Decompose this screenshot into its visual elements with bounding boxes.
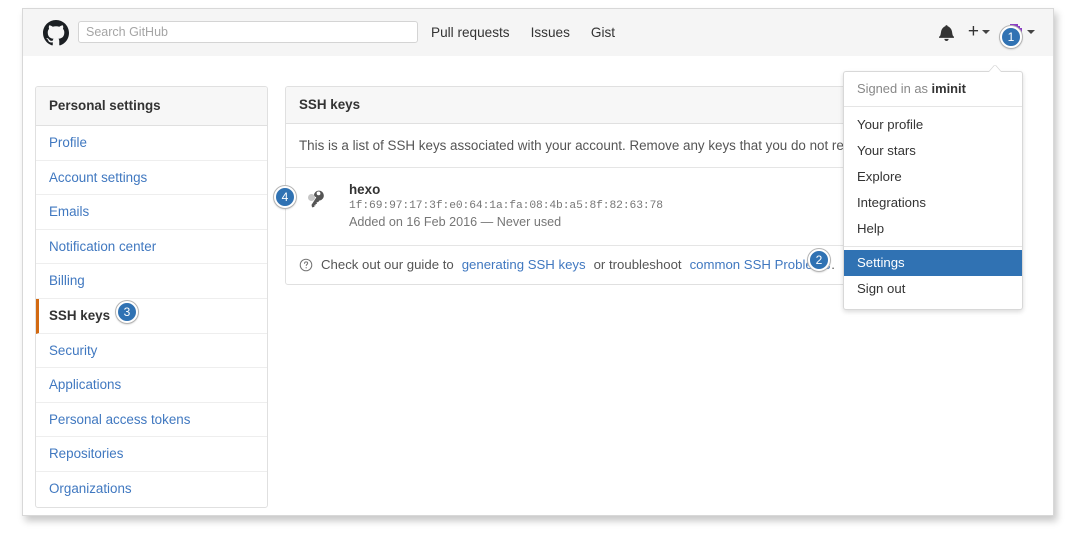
sidebar-item-notification-center[interactable]: Notification center	[36, 230, 267, 265]
annotation-badge-4: 4	[274, 186, 296, 208]
panel-description: This is a list of SSH keys associated wi…	[286, 124, 868, 168]
menu-item-your-stars[interactable]: Your stars	[844, 138, 1022, 164]
footer-text-after: .	[831, 257, 835, 272]
chevron-down-icon	[1027, 30, 1035, 34]
ssh-keys-panel: SSH keys This is a list of SSH keys asso…	[285, 86, 869, 285]
bell-icon[interactable]	[938, 24, 954, 41]
signed-in-username: iminit	[931, 81, 966, 96]
signed-in-prefix: Signed in as	[857, 81, 928, 96]
search-input[interactable]	[78, 21, 418, 43]
annotation-badge-1: 1	[1000, 26, 1022, 48]
menu-item-help[interactable]: Help	[844, 216, 1022, 242]
plus-icon: +	[967, 21, 979, 42]
ssh-key-details: hexo 1f:69:97:17:3f:e0:64:1a:fa:08:4b:a5…	[349, 182, 663, 229]
chevron-down-icon	[982, 30, 990, 34]
sidebar-item-emails[interactable]: Emails	[36, 195, 267, 230]
menu-item-settings[interactable]: Settings	[844, 250, 1022, 276]
sidebar-item-applications[interactable]: Applications	[36, 368, 267, 403]
github-mark-icon[interactable]	[43, 20, 69, 46]
sidebar-item-account-settings[interactable]: Account settings	[36, 161, 267, 196]
sidebar-title: Personal settings	[36, 87, 267, 126]
nav-link-gist[interactable]: Gist	[591, 25, 615, 40]
create-new-button[interactable]: +	[967, 21, 990, 42]
sidebar-item-profile[interactable]: Profile	[36, 126, 267, 161]
ssh-key-title: hexo	[349, 182, 381, 197]
footer-text-middle: or troubleshoot	[593, 257, 682, 272]
menu-item-explore[interactable]: Explore	[844, 164, 1022, 190]
ssh-key-fingerprint: 1f:69:97:17:3f:e0:64:1a:fa:08:4b:a5:8f:8…	[349, 200, 663, 212]
annotation-badge-3: 3	[116, 301, 138, 323]
ssh-key-list-item: hexo 1f:69:97:17:3f:e0:64:1a:fa:08:4b:a5…	[286, 168, 868, 246]
link-generating-ssh-keys[interactable]: generating SSH keys	[462, 257, 586, 272]
sidebar-item-repositories[interactable]: Repositories	[36, 437, 267, 472]
menu-item-integrations[interactable]: Integrations	[844, 190, 1022, 216]
sidebar-item-organizations[interactable]: Organizations	[36, 472, 267, 507]
menu-item-sign-out[interactable]: Sign out	[844, 276, 1022, 302]
annotation-badge-2: 2	[808, 249, 830, 271]
dropdown-group-primary: Your profile Your stars Explore Integrat…	[844, 107, 1022, 246]
ssh-key-meta: Added on 16 Feb 2016 — Never used	[349, 215, 562, 229]
nav-link-issues[interactable]: Issues	[531, 25, 570, 40]
sidebar-item-ssh-keys[interactable]: SSH keys	[36, 298, 267, 334]
account-dropdown-menu: Signed in as iminit Your profile Your st…	[843, 71, 1023, 310]
annotation-dot-marker	[308, 194, 315, 201]
dropdown-caret-icon	[989, 65, 1001, 72]
page-body: Personal settings Profile Account settin…	[23, 56, 1053, 515]
question-circle-icon	[299, 258, 313, 272]
footer-text-before: Check out our guide to	[321, 257, 454, 272]
sidebar-item-personal-access-tokens[interactable]: Personal access tokens	[36, 403, 267, 438]
personal-settings-sidebar: Personal settings Profile Account settin…	[35, 86, 268, 508]
nav-link-pull-requests[interactable]: Pull requests	[431, 25, 510, 40]
top-navigation-bar: Pull requests Issues Gist +	[23, 9, 1053, 57]
sidebar-item-security[interactable]: Security	[36, 334, 267, 369]
primary-nav-links: Pull requests Issues Gist	[431, 25, 615, 40]
github-settings-screenshot: Pull requests Issues Gist +	[22, 8, 1054, 516]
menu-item-your-profile[interactable]: Your profile	[844, 112, 1022, 138]
panel-help-footer: Check out our guide to generating SSH ke…	[286, 246, 868, 284]
dropdown-group-secondary: Settings Sign out	[844, 246, 1022, 306]
signed-in-as-row: Signed in as iminit	[844, 72, 1022, 107]
panel-title: SSH keys	[286, 87, 868, 124]
sidebar-item-billing[interactable]: Billing	[36, 264, 267, 299]
